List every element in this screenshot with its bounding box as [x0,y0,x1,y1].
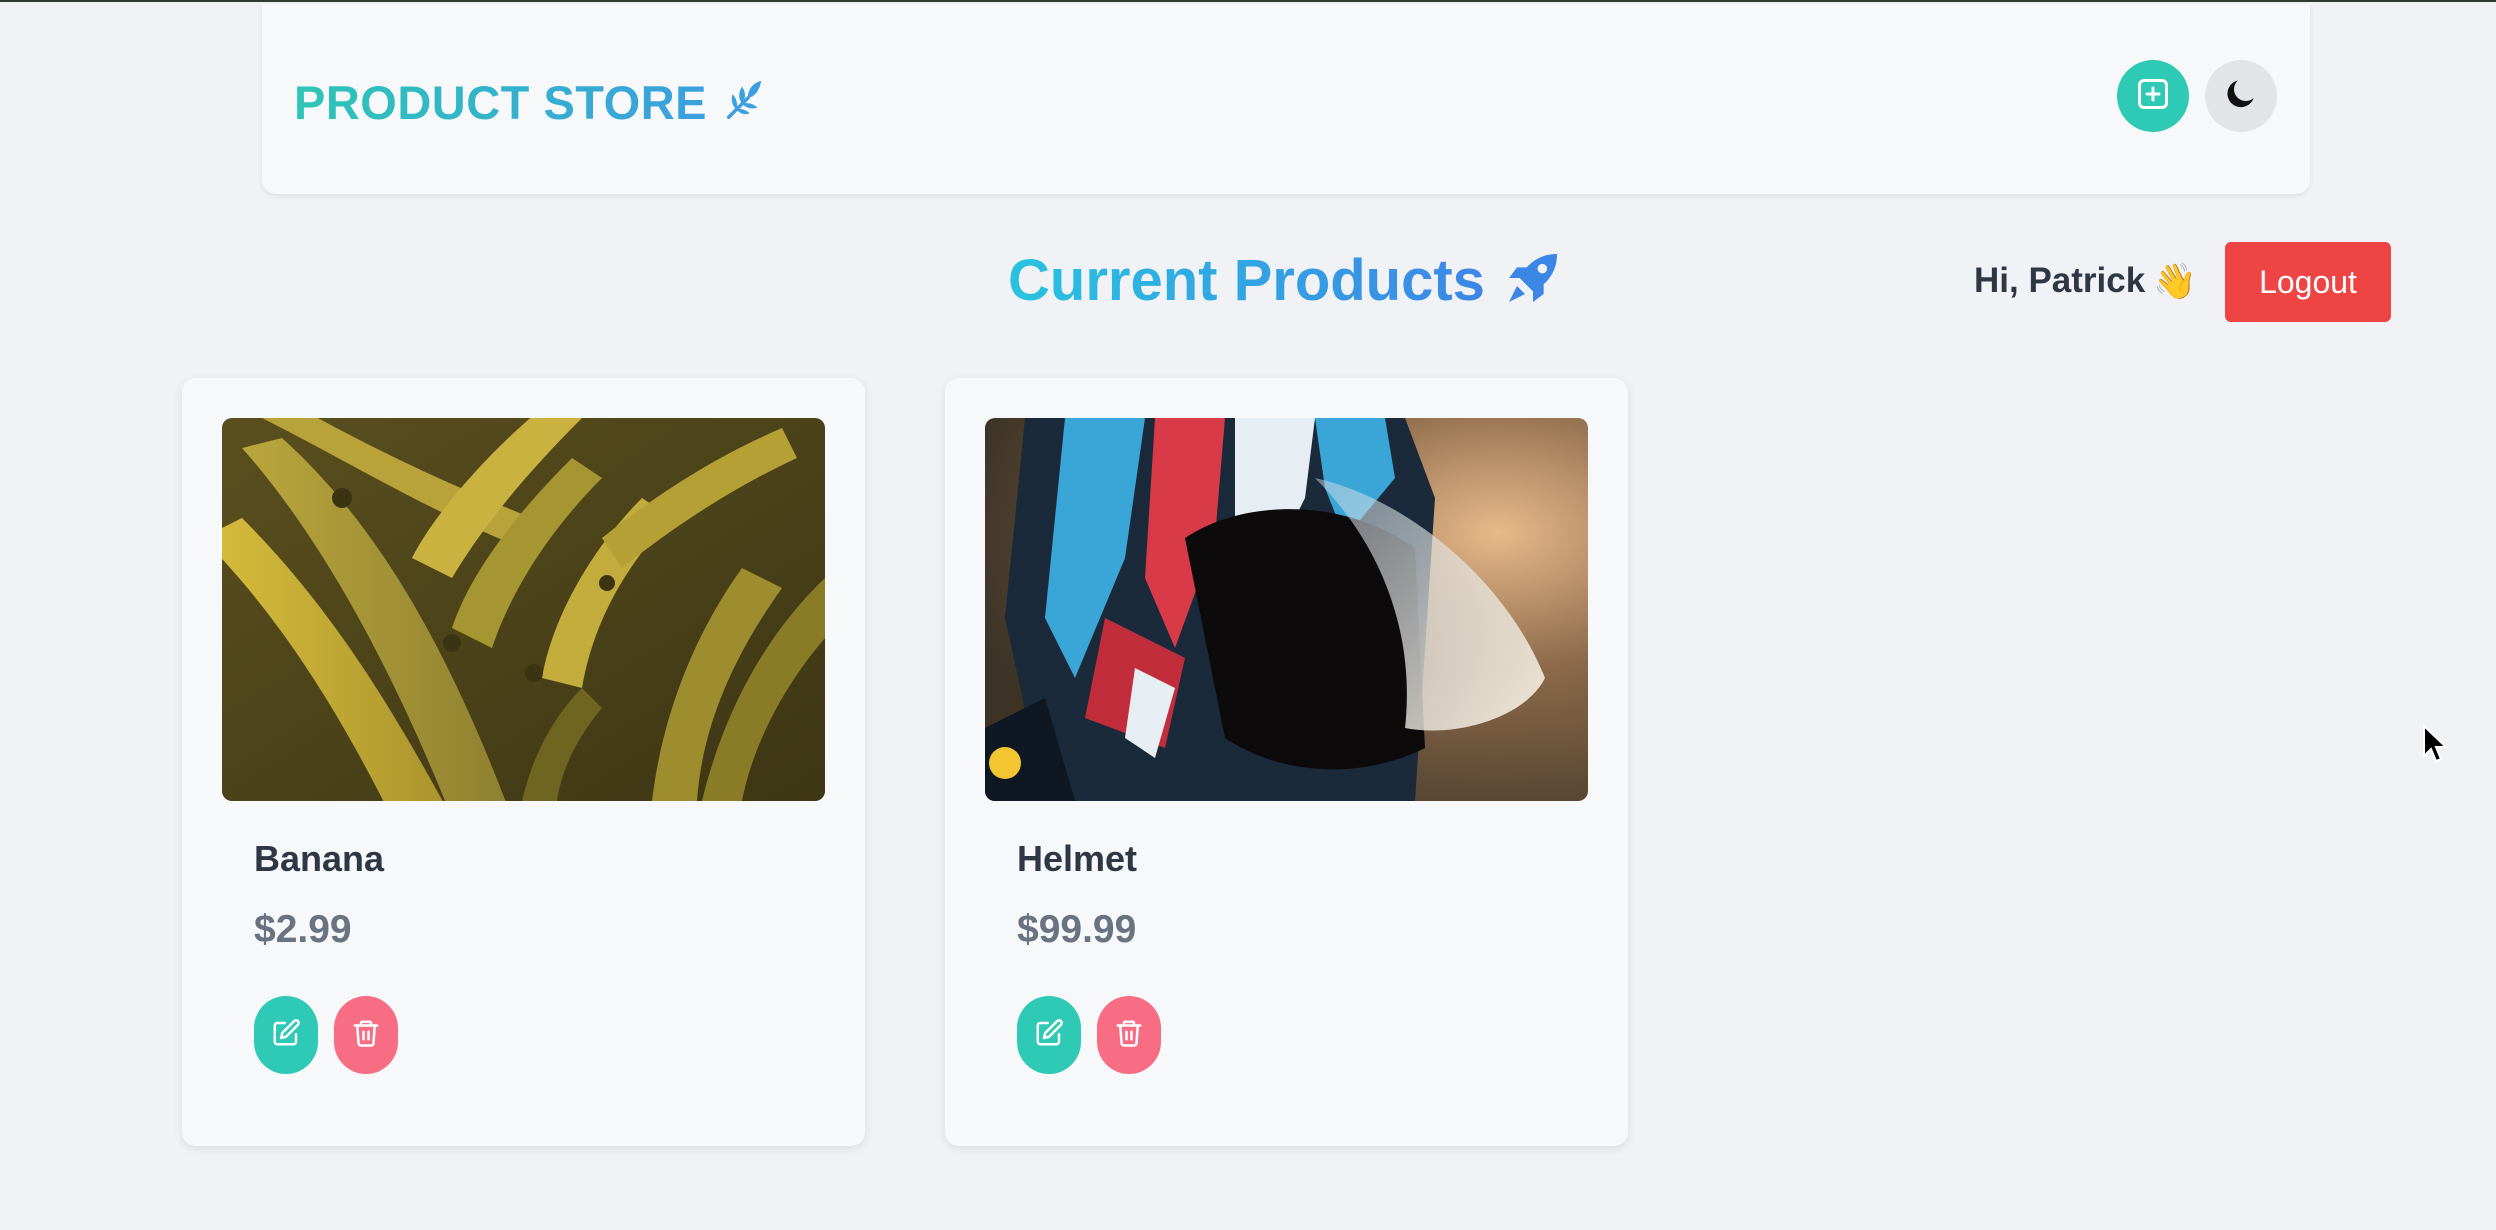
greeting-text: Hi, Patrick [1974,261,2146,300]
product-card: Helmet $99.99 [945,378,1628,1146]
product-price: $99.99 [1017,908,1137,951]
plus-square-icon [2135,76,2171,117]
add-product-button[interactable] [2117,60,2189,132]
product-card: Banana $2.99 [182,378,865,1146]
rocket-icon [1501,246,1565,315]
product-price: $2.99 [254,908,352,951]
edit-icon [1034,1018,1064,1053]
page-title: Current Products [1008,247,1485,313]
mouse-cursor-icon [2422,723,2449,769]
delete-product-button[interactable] [334,996,398,1074]
moon-icon [2222,75,2260,118]
page-heading: Current Products [1008,240,1565,320]
navbar: PRODUCT STORE [262,4,2310,194]
top-border-line [0,0,2496,2]
product-image-helmet [985,418,1588,801]
product-name: Helmet [1017,838,1138,879]
delete-product-button[interactable] [1097,996,1161,1074]
trash-icon [351,1018,381,1053]
edit-product-button[interactable] [1017,996,1081,1074]
waving-hand-icon: 👋 [2153,261,2197,301]
product-name: Banana [254,838,385,879]
edit-product-button[interactable] [254,996,318,1074]
user-greeting: Hi, Patrick 👋 [1974,256,2197,306]
brand-title[interactable]: PRODUCT STORE [294,75,707,130]
edit-icon [271,1018,301,1053]
logout-button[interactable]: Logout [2225,242,2391,322]
product-image-banana [222,418,825,801]
leaf-icon [721,77,767,128]
brand[interactable]: PRODUCT STORE [294,64,767,140]
theme-toggle-button[interactable] [2205,60,2277,132]
trash-icon [1114,1018,1144,1053]
